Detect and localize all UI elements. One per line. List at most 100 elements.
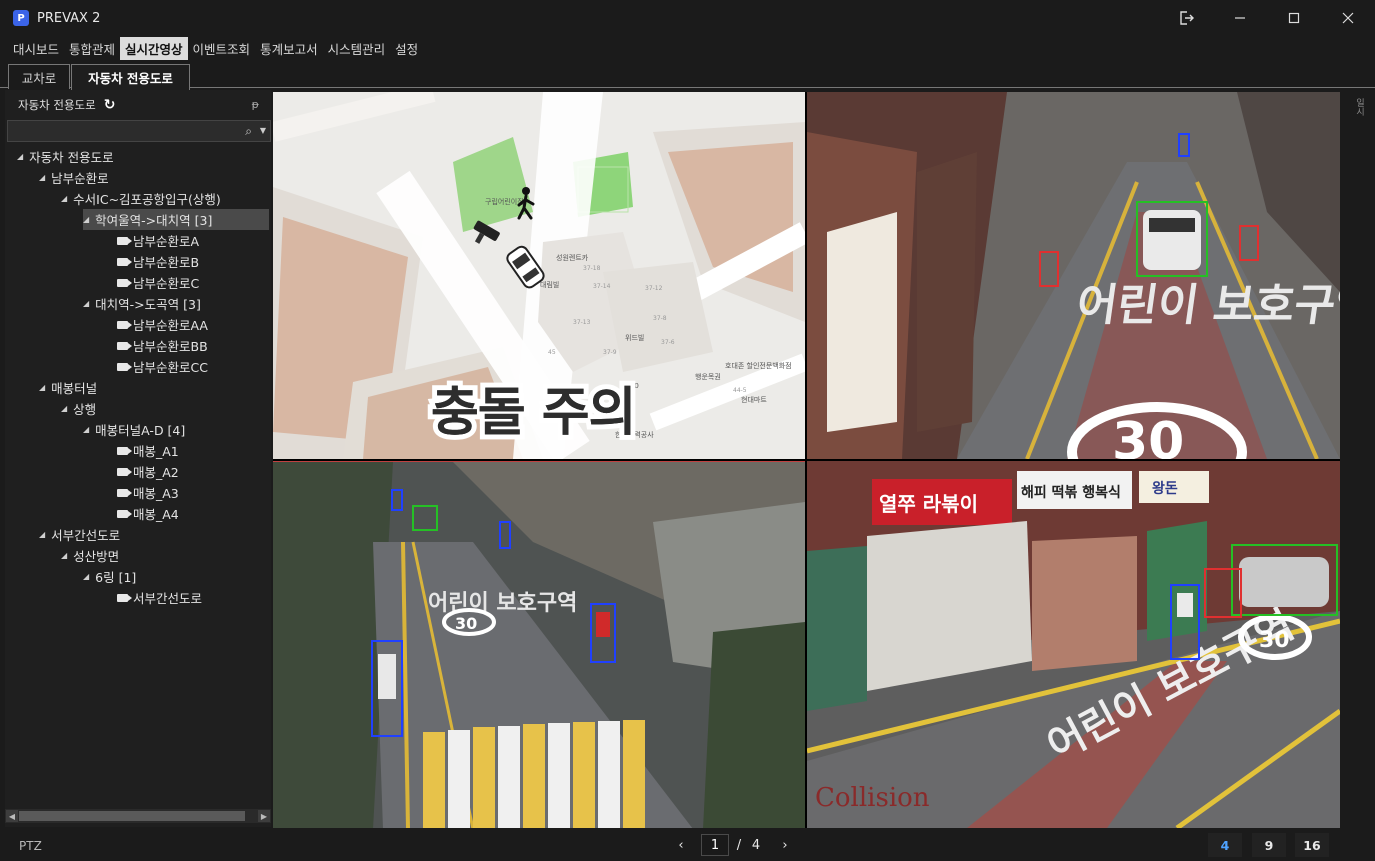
scroll-left-icon[interactable]: ◀: [6, 810, 18, 822]
expand-icon[interactable]: ◢: [61, 194, 67, 203]
svg-text:37-14: 37-14: [593, 283, 611, 290]
camera-icon: [117, 593, 132, 602]
page-number-input[interactable]: 1: [701, 834, 729, 856]
map-view[interactable]: 구립어린이집 성원렌트카 위드빌 한국전력공사 행운목권 호대존 할인전문백화점…: [273, 92, 805, 459]
collision-warning-text: 충돌 주의: [431, 383, 636, 443]
svg-text:37-9: 37-9: [603, 349, 617, 356]
minimize-icon[interactable]: [1213, 0, 1267, 36]
expand-icon[interactable]: ◢: [83, 215, 89, 224]
expand-icon[interactable]: ◢: [61, 551, 67, 560]
camera-icon: [117, 362, 132, 371]
tree-node-selected[interactable]: ◢ 학여울역->대치역 [3]: [83, 209, 269, 230]
tree-search-input[interactable]: ⌕ ▼: [7, 120, 271, 142]
expand-icon[interactable]: ◢: [83, 572, 89, 581]
search-icon[interactable]: ⌕: [245, 124, 252, 139]
menu-statistics-report[interactable]: 통계보고서: [255, 37, 323, 60]
next-page-button[interactable]: ›: [775, 834, 795, 856]
camera-feed-image: 어린이 보호구역 30: [273, 462, 805, 828]
logout-icon[interactable]: [1159, 0, 1213, 36]
expand-icon[interactable]: ◢: [61, 404, 67, 413]
expand-icon[interactable]: ◢: [17, 152, 23, 161]
svg-text:44-5: 44-5: [733, 387, 747, 394]
tree-node[interactable]: ◢ 서부간선도로: [39, 524, 120, 545]
menu-dashboard[interactable]: 대시보드: [8, 37, 64, 60]
tree-node[interactable]: ◢ 대치역->도곡역 [3]: [83, 293, 201, 314]
camera-icon: [117, 467, 132, 476]
road-marking-text: 어린이 보호구역: [1073, 280, 1340, 331]
map-label: 대림빌: [540, 281, 559, 289]
scrollbar-thumb[interactable]: [19, 811, 245, 821]
tree-node[interactable]: ◢ 수서IC~김포공항입구(상행): [61, 188, 221, 209]
menu-settings[interactable]: 설정: [390, 37, 423, 60]
panel-title: 자동차 전용도로: [18, 98, 96, 112]
svg-text:37-8: 37-8: [653, 315, 667, 322]
map-label: 행운목권: [695, 372, 721, 381]
layout-16-button[interactable]: 16: [1295, 833, 1329, 857]
layout-9-button[interactable]: 9: [1252, 833, 1286, 857]
sub-tab-bar: 교차로 자동차 전용도로: [0, 62, 1375, 90]
tree-node[interactable]: ◢ 자동차 전용도로: [17, 146, 114, 167]
camera-node[interactable]: 남부순환로B: [117, 251, 199, 272]
camera-icon: [117, 446, 132, 455]
camera-node[interactable]: 매봉_A3: [117, 482, 179, 503]
menu-integrated-control[interactable]: 통합관제: [64, 37, 120, 60]
map-label: 호대존 할인전문백화점: [725, 361, 792, 370]
camera-icon: [117, 488, 132, 497]
svg-text:37-18: 37-18: [583, 265, 601, 272]
prev-page-button[interactable]: ‹: [671, 834, 691, 856]
tree-node[interactable]: ◢ 매봉터널A-D [4]: [83, 419, 185, 440]
tree-node[interactable]: ◢ 6링 [1]: [83, 566, 136, 587]
pin-icon[interactable]: ᵽ: [252, 98, 259, 111]
camera-node[interactable]: 남부순환로AA: [117, 314, 208, 335]
shop-sign-text: 열쭈 라볶이: [879, 492, 978, 516]
scroll-right-icon[interactable]: ▶: [258, 810, 270, 822]
ptz-panel-label[interactable]: PTZ: [19, 839, 42, 853]
tree-node[interactable]: ◢ 성산방면: [61, 545, 119, 566]
expand-icon[interactable]: ◢: [39, 173, 45, 182]
title-bar: P PREVAX 2: [0, 0, 1375, 36]
maximize-icon[interactable]: [1267, 0, 1321, 36]
camera-node[interactable]: 매봉_A4: [117, 503, 179, 524]
camera-node[interactable]: 남부순환로A: [117, 230, 199, 251]
expand-icon[interactable]: ◢: [83, 425, 89, 434]
camera-node[interactable]: 서부간선도로: [117, 587, 202, 608]
camera-node[interactable]: 남부순환로BB: [117, 335, 208, 356]
svg-text:37-12: 37-12: [645, 285, 663, 292]
camera-node[interactable]: 남부순환로CC: [117, 356, 208, 377]
menu-event-search[interactable]: 이벤트조회: [188, 37, 256, 60]
camera-node[interactable]: 매봉_A2: [117, 461, 179, 482]
camera-node[interactable]: 남부순환로C: [117, 272, 199, 293]
tab-expressway[interactable]: 자동차 전용도로: [71, 64, 190, 90]
camera-icon: [117, 341, 132, 350]
page-navigation: ‹ 1 / 4 › 4 9 16: [273, 831, 1343, 861]
close-icon[interactable]: [1321, 0, 1375, 36]
tab-intersection[interactable]: 교차로: [8, 64, 70, 89]
expand-icon[interactable]: ◢: [83, 299, 89, 308]
expand-icon[interactable]: ◢: [39, 383, 45, 392]
collapsed-panel-label[interactable]: 일시: [1353, 98, 1366, 116]
camera-icon: [117, 320, 132, 329]
tree-node[interactable]: ◢ 상행: [61, 398, 96, 419]
camera-feed-image: 어린이 보호구역 30: [807, 92, 1340, 459]
tree-node[interactable]: ◢ 남부순환로: [39, 167, 109, 188]
camera-view-3[interactable]: 열쭈 라볶이 해피 떡볶 행복식 왕돈 어린이 보호구역 30 Collisio…: [807, 461, 1340, 828]
chevron-down-icon[interactable]: ▼: [260, 126, 266, 135]
refresh-icon[interactable]: ↻: [104, 97, 116, 113]
camera-feed-image: 열쭈 라볶이 해피 떡볶 행복식 왕돈 어린이 보호구역 30: [807, 461, 1340, 828]
menu-live-video[interactable]: 실시간영상: [120, 36, 188, 60]
device-tree-panel: 자동차 전용도로 ↻ ᵽ ⌕ ▼ ◢ 자동차 전용도로 ◢ 남부순환로 ◢ 수서IC~…: [5, 90, 271, 827]
shop-sign-text: 해피 떡볶 행복식: [1021, 484, 1121, 501]
camera-node[interactable]: 매봉_A1: [117, 440, 179, 461]
page-separator: /: [736, 837, 742, 853]
window-controls: [1159, 0, 1375, 36]
right-collapsed-panel[interactable]: 일시: [1343, 90, 1375, 861]
camera-view-2[interactable]: 어린이 보호구역 30: [273, 461, 805, 828]
svg-text:37-6: 37-6: [661, 339, 675, 346]
camera-view-1[interactable]: 어린이 보호구역 30: [807, 92, 1340, 459]
menu-system-management[interactable]: 시스템관리: [323, 37, 391, 60]
tree-node[interactable]: ◢ 매봉터널: [39, 377, 97, 398]
expand-icon[interactable]: ◢: [39, 530, 45, 539]
horizontal-scrollbar[interactable]: ◀ ▶: [5, 809, 271, 823]
shop-sign-text: 왕돈: [1152, 481, 1178, 497]
layout-4-button[interactable]: 4: [1208, 833, 1242, 857]
